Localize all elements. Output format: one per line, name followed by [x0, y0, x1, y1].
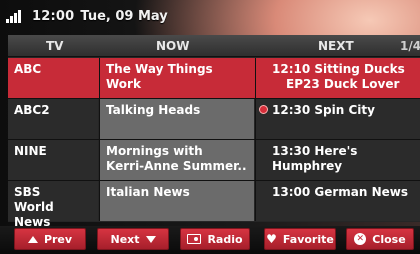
now-program-title: Italian News	[106, 185, 190, 199]
triangle-down-icon	[145, 235, 156, 243]
radio-label: Radio	[207, 232, 243, 246]
signal-strength-icon	[6, 10, 21, 23]
next-program[interactable]: 13:30 Here's Humphrey	[255, 140, 420, 180]
button-bar: Prev Next Radio ♥ Favorite ✕ Close	[0, 226, 420, 254]
close-label: Close	[372, 232, 406, 246]
now-program[interactable]: Mornings with Kerri-Anne Summer..	[99, 140, 254, 180]
close-circle-icon: ✕	[354, 233, 367, 245]
clock-time: 12:00	[32, 8, 75, 24]
next-program-episode: EP23 Duck Lover	[286, 77, 400, 91]
next-program-title: 12:10 Sitting Ducks	[272, 62, 405, 76]
prev-label: Prev	[43, 232, 73, 246]
now-program-title-line1: Mornings with	[106, 144, 203, 158]
next-program[interactable]: 12:10 Sitting Ducks EP23 Duck Lover	[255, 58, 420, 98]
radio-button[interactable]: Radio	[180, 228, 250, 250]
channel-row-nine[interactable]: NINE Mornings with Kerri-Anne Summer.. 1…	[8, 140, 420, 181]
channel-row-abc2[interactable]: ABC2 Talking Heads 12:30 Spin City	[8, 99, 420, 140]
close-button[interactable]: ✕ Close	[346, 228, 414, 250]
channel-name: SBS World News	[8, 181, 98, 229]
channel-name: NINE	[8, 140, 98, 180]
next-program[interactable]: 13:00 German News	[255, 181, 420, 221]
next-program[interactable]: 12:30 Spin City	[255, 99, 420, 139]
favorite-label: Favorite	[282, 232, 334, 246]
now-program-title-line2: Kerri-Anne Summer..	[106, 159, 247, 173]
channel-row-sbs[interactable]: SBS World News Italian News 13:00 German…	[8, 181, 420, 229]
radio-icon	[187, 234, 202, 244]
date-text: Tue, 09 May	[80, 8, 168, 24]
next-program-title: 13:00 German News	[272, 185, 409, 199]
epg-grid: TV NOW NEXT 1/4 ABC The Way Things Work …	[8, 35, 420, 229]
status-bar: 12:00 Tue, 09 May	[0, 0, 420, 32]
now-program[interactable]: The Way Things Work	[99, 58, 254, 98]
heart-icon: ♥	[266, 232, 277, 246]
favorite-button[interactable]: ♥ Favorite	[264, 228, 336, 250]
next-button[interactable]: Next	[97, 228, 169, 250]
triangle-up-icon	[27, 235, 38, 243]
now-program-title: The Way Things Work	[106, 62, 213, 91]
header-next: NEXT	[318, 39, 354, 53]
now-program[interactable]: Talking Heads	[99, 99, 254, 139]
now-program-title: Talking Heads	[106, 103, 201, 117]
page-indicator: 1/4	[400, 39, 420, 53]
header-now: NOW	[156, 39, 190, 53]
channel-name: ABC	[8, 58, 98, 98]
next-program-title: 13:30 Here's Humphrey	[272, 144, 358, 173]
channel-row-abc[interactable]: ABC The Way Things Work 12:10 Sitting Du…	[8, 58, 420, 99]
reminder-icon	[259, 105, 268, 114]
next-label: Next	[110, 232, 140, 246]
header-tv: TV	[46, 39, 64, 53]
grid-header: TV NOW NEXT 1/4	[8, 35, 420, 57]
channel-name-line1: SBS	[14, 185, 41, 199]
now-program[interactable]: Italian News	[99, 181, 254, 221]
next-program-title: 12:30 Spin City	[272, 103, 375, 117]
prev-button[interactable]: Prev	[14, 228, 86, 250]
channel-name: ABC2	[8, 99, 98, 139]
